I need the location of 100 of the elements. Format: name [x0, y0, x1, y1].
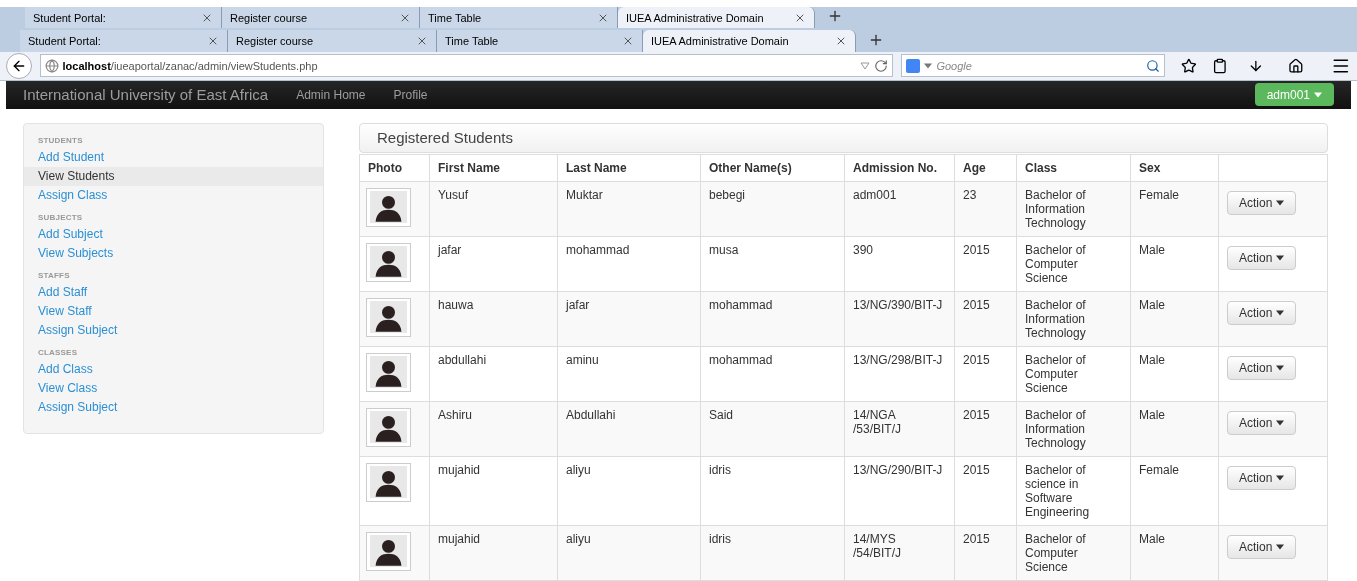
nav-link[interactable]: Admin Home — [296, 85, 366, 104]
browser-tab[interactable]: Student Portal: — [25, 7, 222, 29]
class-name: Bachelor of Information Technology — [1016, 401, 1131, 457]
action-dropdown-button[interactable]: Action — [1227, 411, 1297, 435]
other-name: mohammad — [700, 291, 845, 347]
search-engine-icon[interactable] — [906, 59, 921, 73]
browser-tab[interactable]: Time Table — [420, 7, 618, 29]
browser-tab[interactable]: IUEA Administrative Domain — [643, 30, 856, 53]
admission-number: 13/NG/390/BIT-J — [844, 291, 955, 347]
class-name: Bachelor of Computer Science — [1016, 346, 1131, 402]
caret-icon — [1276, 544, 1285, 550]
action-dropdown-button[interactable]: Action — [1227, 356, 1297, 380]
column-header: Age — [954, 154, 1017, 182]
column-header: Class — [1016, 154, 1131, 182]
column-header: First Name — [429, 154, 558, 182]
other-name: Said — [700, 401, 845, 457]
other-name: bebegi — [700, 181, 845, 237]
other-name: mohammad — [700, 346, 845, 402]
back-button[interactable] — [6, 53, 32, 79]
other-name: idris — [700, 456, 845, 526]
age: 2015 — [954, 236, 1017, 292]
sex: Female — [1130, 181, 1219, 237]
section-heading: SUBJECTS — [37, 212, 84, 224]
panel-title: Registered Students — [377, 127, 513, 148]
sex: Female — [1130, 456, 1219, 526]
first-name: Yusuf — [429, 181, 558, 237]
search-icon[interactable] — [1145, 59, 1160, 73]
caret-icon — [1276, 255, 1285, 261]
sex: Male — [1130, 291, 1219, 347]
column-header: Last Name — [557, 154, 701, 182]
other-name: idris — [700, 525, 845, 581]
class-name: Bachelor of Information Technology — [1016, 181, 1131, 237]
other-name: musa — [700, 236, 845, 292]
class-name: Bachelor of science in Software Engineering — [1016, 456, 1131, 526]
admission-number: 14/MYS /54/BIT/J — [844, 525, 955, 581]
caret-icon — [1276, 420, 1285, 426]
sex: Male — [1130, 346, 1219, 402]
last-name: aminu — [557, 346, 701, 402]
clipboard-icon[interactable] — [1212, 58, 1228, 74]
action-dropdown-button[interactable]: Action — [1227, 191, 1297, 215]
home-icon[interactable] — [1287, 58, 1304, 74]
action-dropdown-button[interactable]: Action — [1227, 466, 1297, 490]
browser-tab[interactable]: Student Portal: — [20, 30, 228, 53]
class-name: Bachelor of Computer Science — [1016, 236, 1131, 292]
search-field[interactable]: Google — [901, 54, 1165, 78]
age: 23 — [954, 181, 1017, 237]
search-input[interactable]: Google — [936, 57, 1142, 75]
brand-title[interactable]: International University of East Africa — [23, 83, 269, 107]
column-header: Sex — [1130, 154, 1219, 182]
sex: Male — [1130, 525, 1219, 581]
last-name: jafar — [557, 291, 701, 347]
class-name: Bachelor of Computer Science — [1016, 525, 1131, 581]
caret-icon — [1314, 91, 1322, 98]
first-name: mujahid — [429, 525, 558, 581]
caret-icon[interactable] — [924, 63, 933, 69]
first-name: hauwa — [429, 291, 558, 347]
action-dropdown-button[interactable]: Action — [1227, 535, 1297, 559]
admission-number: adm001 — [844, 181, 955, 237]
age: 2015 — [954, 401, 1017, 457]
menu-icon[interactable] — [1331, 56, 1351, 76]
address-field[interactable]: localhost/iueaportal/zanac/admin/viewStudents.php — [39, 54, 894, 78]
admission-number: 14/NGA /53/BIT/J — [844, 401, 955, 457]
age: 2015 — [954, 525, 1017, 581]
class-name: Bachelor of Information Technology — [1016, 291, 1131, 347]
section-heading: STUDENTS — [37, 135, 84, 147]
age: 2015 — [954, 456, 1017, 526]
first-name: Ashiru — [429, 401, 558, 457]
action-dropdown-button[interactable]: Action — [1227, 301, 1297, 325]
admission-number: 13/NG/298/BIT-J — [844, 346, 955, 402]
sidebar-link[interactable]: View Students — [24, 167, 323, 186]
nav-link[interactable]: Profile — [393, 85, 428, 104]
column-header: Admission No. — [844, 154, 955, 182]
caret-icon — [1276, 310, 1285, 316]
column-header: Other Name(s) — [700, 154, 845, 182]
last-name: Abdullahi — [557, 401, 701, 457]
reload-icon[interactable] — [874, 59, 889, 73]
sex: Male — [1130, 401, 1219, 457]
browser-tab[interactable]: Time Table — [437, 30, 643, 53]
column-header: Photo — [359, 154, 430, 182]
caret-icon — [1276, 200, 1285, 206]
age: 2015 — [954, 346, 1017, 402]
last-name: aliyu — [557, 456, 701, 526]
admission-number: 13/NG/290/BIT-J — [844, 456, 955, 526]
browser-tab[interactable]: Register course — [228, 30, 437, 53]
browser-tab[interactable]: Register course — [222, 7, 420, 29]
caret-icon — [1276, 365, 1285, 371]
last-name: aliyu — [557, 525, 701, 581]
admission-number: 390 — [844, 236, 955, 292]
last-name: mohammad — [557, 236, 701, 292]
bookmark-star-icon[interactable] — [1180, 58, 1197, 74]
age: 2015 — [954, 291, 1017, 347]
first-name: jafar — [429, 236, 558, 292]
action-dropdown-button[interactable]: Action — [1227, 246, 1297, 270]
sex: Male — [1130, 236, 1219, 292]
section-heading: STAFFS — [37, 270, 71, 282]
url-text: localhost/iueaportal/zanac/admin/viewStudents.php — [62, 58, 319, 74]
first-name: abdullahi — [429, 346, 558, 402]
globe-icon — [44, 59, 59, 73]
last-name: Muktar — [557, 181, 701, 237]
browser-tab[interactable]: IUEA Administrative Domain — [618, 7, 815, 29]
